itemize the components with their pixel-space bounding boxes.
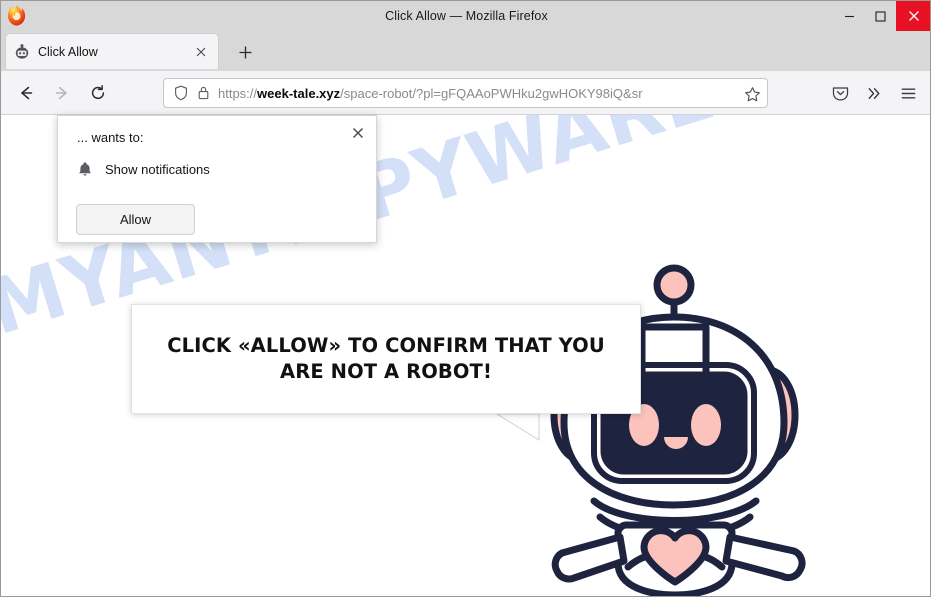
permission-label: Show notifications (105, 161, 210, 177)
notification-permission-popup: ... wants to: Show notifications Allow (57, 115, 377, 243)
speech-bubble: CLICK «ALLOW» TO CONFIRM THAT YOU ARE NO… (131, 304, 641, 414)
speech-bubble-line-2: ARE NOT A ROBOT! (280, 360, 492, 383)
maximize-button[interactable] (865, 1, 896, 31)
title-bar: Click Allow — Mozilla Firefox (1, 1, 930, 31)
popup-host-label: ... wants to: (77, 130, 144, 145)
close-window-button[interactable] (896, 1, 930, 31)
bell-icon (77, 160, 93, 178)
back-button[interactable] (11, 78, 41, 108)
minimize-button[interactable] (834, 1, 865, 31)
speech-bubble-text: CLICK «ALLOW» TO CONFIRM THAT YOU ARE NO… (158, 333, 614, 386)
forward-button[interactable] (47, 78, 77, 108)
reload-button[interactable] (83, 78, 113, 108)
url-scheme: https:// (218, 85, 258, 101)
allow-button[interactable]: Allow (76, 204, 195, 235)
url-host: week-tale.xyz (257, 85, 341, 101)
url-path: /space-robot/?pl=gFQAAoPWHku2gwHOKY98iQ&… (340, 85, 643, 101)
robot-favicon-icon (14, 43, 30, 60)
window-controls (834, 1, 930, 31)
shield-icon[interactable] (170, 84, 192, 102)
hamburger-menu-icon[interactable] (892, 78, 924, 108)
star-icon[interactable] (741, 83, 763, 105)
permission-row: Show notifications (77, 160, 210, 178)
url-text[interactable]: https://week-tale.xyz/space-robot/?pl=gF… (218, 86, 761, 101)
window-title: Click Allow — Mozilla Firefox (385, 9, 548, 23)
pocket-icon[interactable] (824, 78, 856, 108)
tab-strip: Click Allow (1, 31, 930, 71)
tab-title: Click Allow (38, 44, 98, 59)
popup-close-icon[interactable] (346, 121, 370, 145)
new-tab-button[interactable] (233, 40, 257, 64)
browser-window: Click Allow — Mozilla Firefox Click Allo… (0, 0, 931, 597)
browser-tab[interactable]: Click Allow (5, 33, 219, 69)
toolbar-right-actions (824, 78, 924, 108)
tab-close-icon[interactable] (192, 43, 210, 61)
overflow-chevron-icon[interactable] (858, 78, 890, 108)
lock-icon[interactable] (192, 84, 214, 102)
speech-bubble-line-1: CLICK «ALLOW» TO CONFIRM THAT YOU (167, 333, 605, 357)
speech-bubble-tail (495, 413, 541, 442)
address-bar[interactable]: https://week-tale.xyz/space-robot/?pl=gF… (163, 78, 768, 108)
